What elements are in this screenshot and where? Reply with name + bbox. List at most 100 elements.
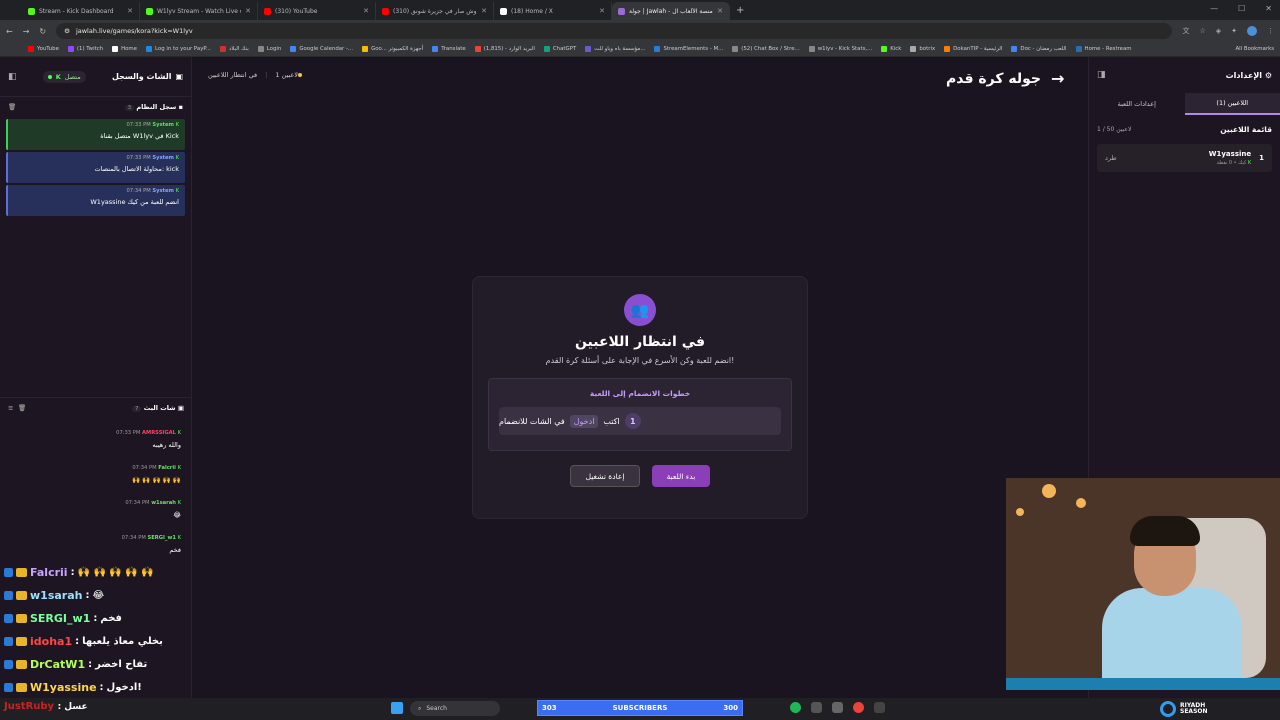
tab-close-icon[interactable]: ✕ <box>127 7 133 15</box>
translate-icon[interactable]: 文 <box>1182 26 1189 36</box>
restart-button[interactable]: إعادة تشغيل <box>570 465 640 487</box>
app-icon[interactable] <box>832 702 843 713</box>
log-time: 07:34 PM <box>126 188 151 194</box>
taskbar-search[interactable]: ⌕ Search <box>410 701 500 716</box>
taskbar-search-label: Search <box>426 705 447 712</box>
bookmark-item[interactable]: Home <box>112 46 137 52</box>
extension-icon[interactable]: ◈ <box>1216 27 1221 35</box>
crown-badge-icon <box>16 660 27 669</box>
browser-tab[interactable]: W1lyv Stream - Watch Live on ✕ <box>140 2 258 20</box>
tab-close-icon[interactable]: ✕ <box>363 7 369 15</box>
overlay-colon: : <box>93 613 98 624</box>
bookmark-item[interactable]: w1lyv - Kick Stats,... <box>808 46 872 52</box>
tab-close-icon[interactable]: ✕ <box>717 7 723 15</box>
url-input[interactable]: ⚙ jawlah.live/games/kora?kick=W1lyv <box>56 23 1173 39</box>
chat-text: 😂 <box>173 511 181 519</box>
log-text: W1yassine انضم للعبة من كيك <box>90 198 179 206</box>
avatar[interactable] <box>1247 26 1257 36</box>
bookmark-favicon-icon <box>808 46 815 52</box>
app-icon[interactable] <box>811 702 822 713</box>
streamer-hair <box>1130 516 1200 546</box>
windows-start-icon[interactable] <box>391 702 403 714</box>
spotify-icon[interactable] <box>790 702 801 713</box>
tab-close-icon[interactable]: ✕ <box>245 7 251 15</box>
minimize-icon[interactable]: — <box>1210 4 1218 13</box>
filter-icon[interactable]: ≡ <box>8 404 13 412</box>
bookmark-item[interactable]: ChatGPT <box>543 46 576 52</box>
tab-game-settings[interactable]: إعدادات اللعبة <box>1089 93 1185 115</box>
site-info-icon[interactable]: ⚙ <box>64 27 70 35</box>
bookmark-label: Home - Restream <box>1084 46 1132 52</box>
browser-tab[interactable]: (310) وش صار في جزيرة شونق ✕ <box>376 2 494 20</box>
bookmark-label: Log in to your PayP... <box>155 46 211 52</box>
kick-player-button[interactable]: طرد <box>1105 154 1117 162</box>
collapse-panel-icon[interactable]: ◧ <box>8 72 17 82</box>
bookmark-item[interactable]: بنك البلاد <box>219 46 249 52</box>
bookmark-label: البريد الوارد - (1,815) <box>483 46 535 52</box>
puzzle-icon[interactable]: ✦ <box>1231 27 1237 35</box>
badge-icon <box>4 637 13 646</box>
bookmark-item[interactable]: Translate <box>432 46 466 52</box>
start-game-button[interactable]: بدء اللعبة <box>652 465 710 487</box>
overlay-text: 🙌 🙌 🙌 🙌 🙌 <box>77 567 154 578</box>
bookmark-item[interactable]: (52) Chat Box / Stre... <box>732 46 800 52</box>
tab-title: Stream - Kick Dashboard <box>39 7 114 15</box>
bookmark-item[interactable]: البريد الوارد - (1,815) <box>474 46 535 52</box>
overlay-user: DrCatW1 <box>30 658 86 671</box>
all-bookmarks[interactable]: All Bookmarks <box>1235 46 1274 52</box>
crown-badge-icon <box>16 614 27 623</box>
chat-time: 07:34 PM <box>125 500 150 506</box>
browser-tab[interactable]: (310) YouTube ✕ <box>258 2 376 20</box>
star-icon[interactable]: ☆ <box>1199 27 1205 35</box>
bookmark-favicon-icon <box>290 46 297 52</box>
bookmark-label: (52) Chat Box / Stre... <box>741 46 800 52</box>
maximize-icon[interactable]: ☐ <box>1238 4 1245 13</box>
overlay-user: idoha1 <box>30 635 73 648</box>
tab-close-icon[interactable]: ✕ <box>481 7 487 15</box>
menu-icon[interactable]: ⋮ <box>1267 27 1274 35</box>
browser-tab[interactable]: (18) Home / X ✕ <box>494 2 612 20</box>
close-icon[interactable]: ✕ <box>1265 4 1272 13</box>
player-dot-icon <box>297 73 302 77</box>
settings-header: ◨ الإعدادات ⚙ <box>1089 57 1280 93</box>
browser-tab[interactable]: جولة | Jawlah - منصة الألعاب ال... ✕ <box>612 2 730 20</box>
system-log-header: 🗑 3 سجل النظام ▪ <box>0 97 191 117</box>
modal-subtitle: انضم للعبة وكن الأسرع في الإجابة على أسئ… <box>545 356 735 365</box>
bookmark-item[interactable]: (1) Twitch <box>67 46 103 52</box>
tab-title: (310) وش صار في جزيرة شونق <box>393 7 477 15</box>
tab-players[interactable]: اللاعبين (1) <box>1184 93 1280 115</box>
bookmark-item[interactable]: YouTube <box>28 46 59 52</box>
bookmark-item[interactable]: Kick <box>881 46 901 52</box>
bookmark-item[interactable]: Goo... أجهزة الكمبيوتر <box>362 46 423 52</box>
reload-icon[interactable]: ↻ <box>39 27 46 36</box>
bookmark-item[interactable]: Google Calendar -... <box>290 46 353 52</box>
browser-tab[interactable]: Stream - Kick Dashboard ✕ <box>22 2 140 20</box>
system-log-title: سجل النظام <box>136 103 177 111</box>
trash-icon[interactable]: 🗑 <box>8 103 16 111</box>
back-icon[interactable]: ← <box>6 27 13 36</box>
trash-icon[interactable]: 🗑 <box>18 404 26 412</box>
bookmark-item[interactable]: Login <box>257 46 281 52</box>
separator: | <box>265 71 268 79</box>
overlay-bottom-user: JustRuby <box>4 701 55 712</box>
arrow-right-icon[interactable]: → <box>1051 69 1064 88</box>
collapse-right-icon[interactable]: ◨ <box>1097 70 1106 80</box>
bookmark-item[interactable]: StreamElements - M... <box>654 46 723 52</box>
bookmark-label: DokanTIP - الرئيسية <box>953 46 1003 52</box>
bookmark-item[interactable]: Home - Restream <box>1075 46 1132 52</box>
bookmark-label: بنك البلاد <box>228 46 249 52</box>
bookmark-item[interactable]: Log in to your PayP... <box>146 46 211 52</box>
chrome-icon[interactable] <box>853 702 864 713</box>
badge-icon <box>4 683 13 692</box>
bookmark-item[interactable]: مؤسسة باه وياو للت... <box>585 46 645 52</box>
tab-close-icon[interactable]: ✕ <box>599 7 605 15</box>
bookmark-item[interactable]: Doc - اللعب رمضان <box>1011 46 1067 52</box>
tab-title: (18) Home / X <box>511 7 553 15</box>
forward-icon[interactable]: → <box>23 27 30 36</box>
bookmark-item[interactable]: botrix <box>910 46 935 52</box>
player-row: طرد W1yassine كيك • 0 نقطة K 1 <box>1097 144 1272 172</box>
app-icon[interactable] <box>874 702 885 713</box>
bookmark-item[interactable]: DokanTIP - الرئيسية <box>944 46 1002 52</box>
lamp-light <box>1076 498 1086 508</box>
new-tab-button[interactable]: + <box>730 2 750 20</box>
